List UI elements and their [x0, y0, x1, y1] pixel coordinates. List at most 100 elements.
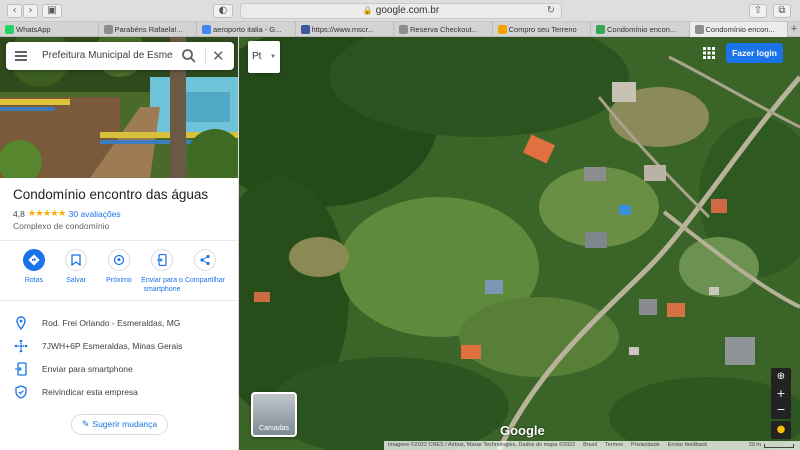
tab-aeroporto[interactable]: aeroporto italia - G...	[197, 22, 296, 37]
save-button[interactable]: Salvar	[54, 249, 98, 285]
chevron-down-icon: ▼	[270, 54, 276, 60]
tab-label: Condomínio encon...	[705, 25, 775, 34]
satellite-map[interactable]: Pt ▼ Fazer login Camadas ⊕ + − ● Google I…	[239, 37, 800, 450]
pegman-icon: ●	[776, 424, 786, 435]
place-category[interactable]: Complexo de condomínio	[13, 221, 109, 231]
google-favicon-icon	[202, 25, 211, 34]
country-link[interactable]: Brasil	[583, 441, 597, 450]
privacy-link[interactable]: Privacidade	[631, 441, 660, 450]
tab-label: Parabéns Rafaela!...	[114, 25, 183, 34]
maps-favicon-icon	[596, 25, 605, 34]
tab-label: WhatsApp	[16, 25, 51, 34]
attribution-text: Imagens ©2022 CNES / Airbus, Maxar Techn…	[388, 442, 576, 448]
zoom-controls: + −	[771, 385, 791, 419]
nearby-icon	[108, 249, 130, 271]
directions-icon	[23, 249, 45, 271]
place-sidebar: Prefeitura Municipal de Esmeraldas ✕ Con…	[0, 37, 239, 450]
tab-compro-terreno[interactable]: Compro seu Terreno	[493, 22, 591, 37]
address-bar[interactable]: 🔒 google.com.br ↻	[240, 3, 562, 19]
shield-icon	[15, 385, 27, 399]
tab-condominio-2[interactable]: Condomínio encon...	[689, 22, 788, 37]
scale-label: 20 m	[748, 442, 761, 448]
language-button[interactable]: Pt ▼	[248, 41, 280, 73]
tab-label: https://www.mscr...	[311, 25, 375, 34]
scale-line	[764, 443, 794, 448]
privacy-icon[interactable]: ◐	[213, 4, 233, 18]
new-tab-button[interactable]: +	[788, 22, 800, 36]
bookmark-icon	[65, 249, 87, 271]
send-to-phone-text: Enviar para smartphone	[42, 364, 133, 374]
share-icon	[194, 249, 216, 271]
tab-label: Condomínio encon...	[607, 25, 677, 34]
layers-label: Camadas	[259, 425, 289, 432]
tab-favicon-icon	[103, 25, 113, 34]
terms-link[interactable]: Termos	[605, 441, 623, 450]
sidebar-toggle-button[interactable]: ▣	[42, 4, 62, 18]
zoom-in-button[interactable]: +	[771, 385, 791, 402]
action-label: Rotas	[24, 277, 44, 284]
back-button[interactable]: ‹	[7, 4, 22, 18]
tab-reserva[interactable]: Reserva Checkout...	[394, 22, 493, 37]
search-icon[interactable]	[181, 48, 197, 64]
tab-whatsapp[interactable]: WhatsApp	[0, 22, 99, 37]
search-input[interactable]: Prefeitura Municipal de Esmeraldas	[42, 50, 172, 61]
place-photo[interactable]: Prefeitura Municipal de Esmeraldas ✕	[0, 37, 238, 178]
tab-condominio-1[interactable]: Condomínio encon...	[591, 22, 690, 37]
my-location-button[interactable]: ⊕	[771, 368, 791, 386]
menu-icon[interactable]	[15, 51, 27, 61]
tab-overview-button[interactable]: ⧉	[773, 4, 791, 18]
street-view-button[interactable]: ●	[771, 421, 791, 439]
address-text: Rod. Frei Orlando - Esmeraldas, MG	[42, 318, 181, 328]
search-divider	[205, 48, 206, 64]
phone-icon	[15, 362, 27, 376]
share-button[interactable]: Compartilhar	[183, 249, 227, 285]
crosshair-icon: ⊕	[776, 371, 786, 382]
send-to-phone-icon	[151, 249, 173, 271]
apps-grid-icon[interactable]	[703, 47, 715, 59]
divider	[0, 300, 238, 301]
send-to-phone-row[interactable]: Enviar para smartphone	[0, 361, 238, 379]
action-label: Próximo	[106, 277, 132, 284]
tab-label: Compro seu Terreno	[508, 25, 577, 34]
layers-button[interactable]: Camadas	[251, 392, 297, 437]
reload-icon[interactable]: ↻	[547, 4, 555, 18]
scale-bar[interactable]: 20 m	[749, 441, 800, 450]
divider	[0, 240, 238, 241]
feedback-link[interactable]: Enviar feedback	[668, 441, 707, 450]
sign-in-button[interactable]: Fazer login	[726, 43, 783, 63]
action-label: Salvar	[66, 277, 86, 284]
browser-toolbar: ‹ › ▣ ◐ 🔒 google.com.br ↻ ⇧ ⧉	[0, 0, 800, 22]
tab-favicon-icon	[399, 25, 408, 34]
suggest-edit-button[interactable]: ✎ Sugerir mudança	[71, 414, 168, 435]
zoom-out-button[interactable]: −	[771, 402, 791, 419]
pencil-icon: ✎	[81, 420, 90, 430]
share-page-button[interactable]: ⇧	[749, 4, 767, 18]
language-label: Pt	[252, 51, 262, 62]
location-pin-icon	[16, 316, 26, 330]
nearby-button[interactable]: Próximo	[97, 249, 141, 285]
tab-label: Reserva Checkout...	[410, 25, 478, 34]
tab-bar: WhatsApp Parabéns Rafaela!... aeroporto …	[0, 22, 800, 37]
tab-mscr[interactable]: https://www.mscr...	[296, 22, 394, 37]
send-to-phone-button[interactable]: Enviar para o smartphone	[140, 249, 184, 294]
action-label: Enviar para o smartphone	[141, 277, 183, 293]
satellite-imagery	[239, 37, 800, 450]
tab-favicon-icon	[497, 25, 507, 34]
tab-parabens[interactable]: Parabéns Rafaela!...	[99, 22, 197, 37]
rating-value: 4,8	[13, 209, 25, 219]
url-text: google.com.br	[375, 5, 440, 16]
forward-button[interactable]: ›	[23, 4, 38, 18]
reviews-link[interactable]: 30 avaliações	[69, 209, 121, 219]
google-logo: Google	[500, 423, 545, 438]
search-box[interactable]: Prefeitura Municipal de Esmeraldas ✕	[6, 42, 234, 70]
tab-favicon-icon	[694, 25, 704, 34]
close-icon[interactable]: ✕	[212, 47, 225, 65]
plus-code-row[interactable]: 7JWH+6P Esmeraldas, Minas Gerais	[0, 338, 238, 356]
tab-favicon-icon	[300, 25, 310, 34]
claim-business-row[interactable]: Reivindicar esta empresa	[0, 384, 238, 402]
plus-code-text: 7JWH+6P Esmeraldas, Minas Gerais	[42, 341, 183, 351]
attribution-bar: Imagens ©2022 CNES / Airbus, Maxar Techn…	[384, 441, 800, 450]
directions-button[interactable]: Rotas	[12, 249, 56, 285]
address-row[interactable]: Rod. Frei Orlando - Esmeraldas, MG	[0, 315, 238, 333]
plus-code-icon	[14, 339, 28, 353]
